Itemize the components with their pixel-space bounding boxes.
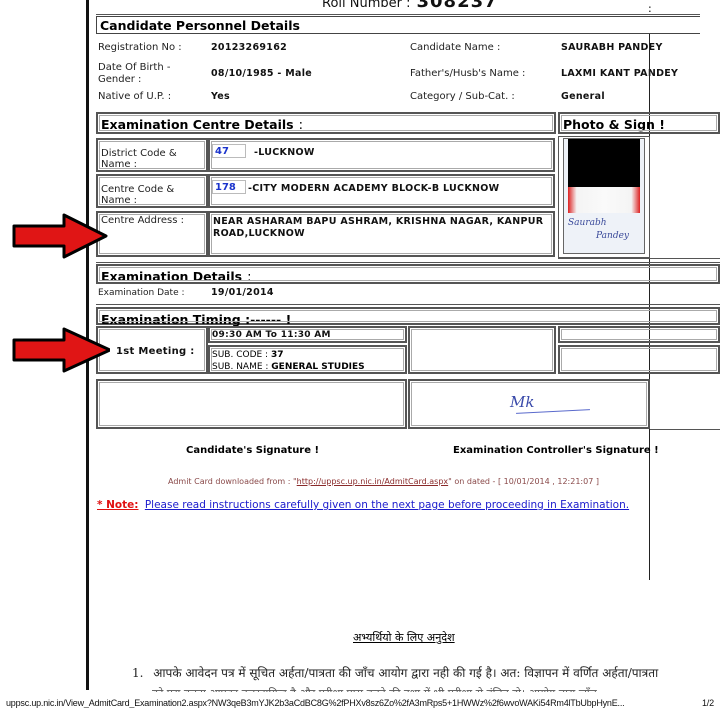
sub-code: SUB. CODE : 37: [212, 349, 405, 361]
controller-signature-label: Examination Controller's Signature !: [453, 445, 659, 456]
photo-cell: Saurabh Pandey: [558, 136, 650, 258]
divider: [96, 304, 720, 305]
meeting-label: 1st Meeting :: [116, 346, 195, 357]
native-label: Native of U.P. :: [98, 91, 172, 102]
centre-value-cell: 178 -CITY MODERN ACADEMY BLOCK-B LUCKNOW: [208, 174, 555, 208]
father-name-label: Father's/Husb's Name :: [410, 68, 526, 79]
photo-frame: Saurabh Pandey: [563, 138, 645, 254]
father-name-value: LAXMI KANT PANDEY: [561, 68, 679, 79]
signature-line-2: Pandey: [596, 231, 629, 241]
sub-name: SUB. NAME : GENERAL STUDIES: [212, 361, 405, 373]
instructions-heading: अभ्यर्थियो के लिए अनुदेश: [353, 631, 455, 644]
time-cell: 09:30 AM To 11:30 AM: [208, 326, 407, 343]
candidate-signature-image: Saurabh Pandey: [568, 217, 629, 243]
photo-sign-header: Photo & Sign !: [558, 112, 720, 134]
roll-number-label: Roll Number :: [322, 0, 411, 11]
registration-label: Registration No :: [98, 42, 182, 53]
candidate-signature-box: [96, 379, 407, 429]
candidate-details-header: Candidate Personnel Details: [96, 16, 700, 34]
registration-value: 20123269162: [211, 42, 288, 53]
subject-cell: SUB. CODE : 37 SUB. NAME : GENERAL STUDI…: [208, 345, 407, 374]
centre-details-header: Examination Centre Details:: [96, 112, 556, 134]
controller-signature-image: Mk: [510, 393, 535, 411]
dob-label-1: Date Of Birth -: [98, 62, 171, 73]
centre-label-2: Name :: [101, 195, 138, 206]
download-info: Admit Card downloaded from : "http://upp…: [168, 477, 599, 486]
red-arrow-icon: [12, 327, 110, 373]
instruction-number: 1.: [132, 666, 144, 680]
district-code-field: 47: [212, 144, 246, 158]
centre-name: -CITY MODERN ACADEMY BLOCK-B LUCKNOW: [248, 183, 500, 194]
address-value-cell: NEAR ASHARAM BAPU ASHRAM, KRISHNA NAGAR,…: [208, 211, 555, 257]
signature-line-1: Saurabh: [568, 218, 607, 228]
roll-number-value: 308237: [416, 0, 498, 12]
controller-signature-box: Mk: [408, 379, 650, 429]
instruction-item-1: 1. आपके आवेदन पत्र में सूचित अर्हता/पात्…: [132, 664, 658, 681]
exam-timing-title: Examination Timing :------ !: [101, 312, 292, 327]
address-line-2: ROAD,LUCKNOW: [213, 228, 305, 239]
photo-sign-title: Photo & Sign !: [563, 117, 666, 132]
centre-code-field: 178: [212, 180, 246, 194]
dob-label-2: Gender :: [98, 74, 142, 85]
sub-name-label: SUB. NAME :: [212, 362, 272, 372]
instruction-text: आपके आवेदन पत्र में सूचित अर्हता/पात्रता…: [153, 666, 659, 680]
centre-details-colon: :: [298, 118, 303, 133]
note: * Note: Please read instructions careful…: [97, 499, 629, 511]
district-label-2: Name :: [101, 159, 138, 170]
exam-details-header: Examination Details:: [96, 264, 720, 285]
divider: [96, 14, 700, 15]
sub-code-label: SUB. CODE :: [212, 350, 271, 360]
centre-label-cell: Centre Code & Name :: [96, 174, 208, 208]
footer-url: uppsc.up.nic.in/View_AdmitCard_Examinati…: [6, 698, 625, 708]
sub-code-value: 37: [270, 350, 284, 360]
address-label-cell: Centre Address :: [96, 211, 208, 257]
sub-name-value: GENERAL STUDIES: [271, 362, 365, 372]
exam-details-title: Examination Details: [101, 269, 243, 284]
candidate-name-value: SAURABH PANDEY: [561, 42, 663, 53]
candidate-photo: [568, 187, 640, 213]
red-arrow-icon: [12, 213, 108, 259]
native-value: Yes: [211, 91, 231, 102]
divider: [650, 429, 720, 430]
category-value: General: [561, 91, 605, 102]
meeting-label-cell: 1st Meeting :: [96, 326, 208, 374]
centre-details-title: Examination Centre Details: [101, 117, 294, 132]
download-url-link[interactable]: http://uppsc.up.nic.in/AdmitCard.aspx: [297, 477, 448, 486]
category-label: Category / Sub-Cat. :: [410, 91, 515, 102]
exam-timing-header: Examination Timing :------ !: [96, 307, 720, 327]
divider: [558, 258, 720, 259]
empty-timing-cell: [408, 326, 556, 374]
print-footer: uppsc.up.nic.in/View_AdmitCard_Examinati…: [0, 692, 720, 717]
roll-number: Roll Number : 308237: [322, 0, 498, 12]
candidate-photo-redacted: [568, 139, 640, 187]
district-label-cell: District Code & Name :: [96, 138, 208, 172]
exam-date-value: 19/01/2014: [211, 287, 274, 298]
note-label: * Note:: [97, 499, 139, 511]
exam-date-label: Examination Date :: [98, 288, 185, 298]
exam-details-colon: :: [247, 270, 252, 285]
empty-timing-cell-3: [558, 345, 720, 374]
download-prefix: Admit Card downloaded from : ": [168, 477, 297, 486]
address-label: Centre Address :: [101, 215, 184, 226]
candidate-name-label: Candidate Name :: [410, 42, 501, 53]
instructions-link[interactable]: Please read instructions carefully given…: [145, 499, 629, 511]
district-name: -LUCKNOW: [254, 147, 315, 158]
dob-value: 08/10/1985 - Male: [211, 68, 313, 79]
exam-time: 09:30 AM To 11:30 AM: [212, 330, 331, 340]
address-line-1: NEAR ASHARAM BAPU ASHRAM, KRISHNA NAGAR,…: [213, 216, 544, 227]
district-label-1: District Code &: [101, 148, 177, 159]
divider: [96, 262, 720, 263]
empty-timing-cell-2: [558, 326, 720, 343]
footer-page: 1/2: [702, 698, 714, 708]
candidate-details-title: Candidate Personnel Details: [100, 18, 300, 33]
download-suffix: " on dated - [ 10/01/2014 , 12:21:07 ]: [448, 477, 599, 486]
district-value-cell: 47 -LUCKNOW: [208, 138, 555, 172]
candidate-signature-label: Candidate's Signature !: [186, 445, 320, 456]
centre-label-1: Centre Code &: [101, 184, 175, 195]
